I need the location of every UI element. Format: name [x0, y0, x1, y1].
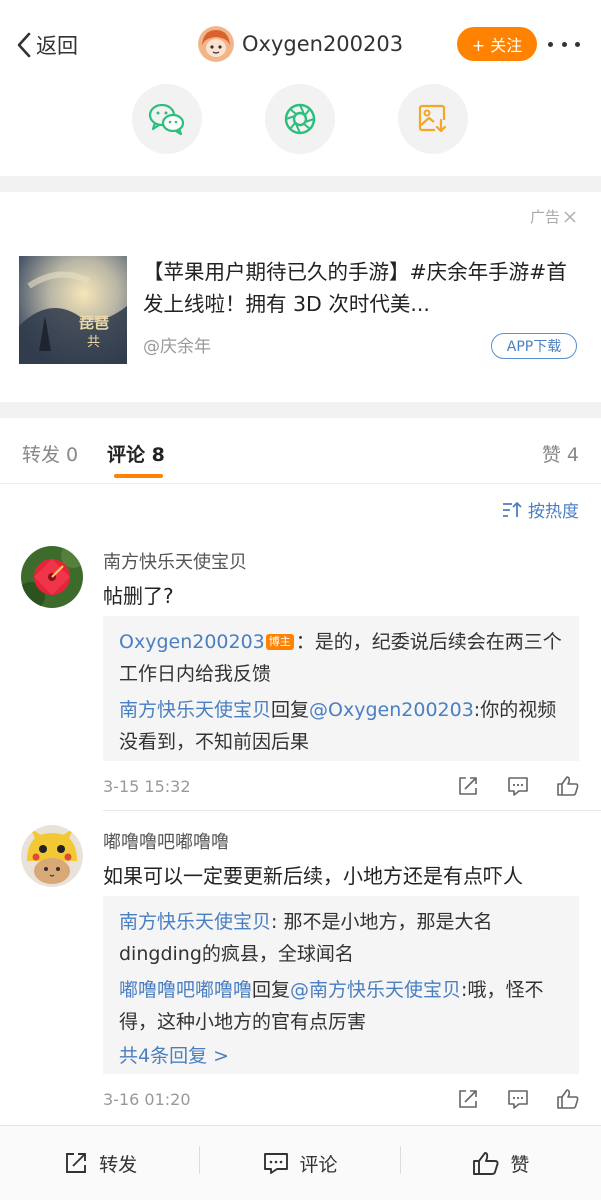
commenter-name[interactable]: 南方快乐天使宝贝	[103, 548, 247, 574]
ad-label: 广告	[529, 208, 560, 226]
tab-repost[interactable]: 转发 0	[22, 440, 78, 467]
moments-share-button[interactable]	[265, 84, 335, 154]
comment-actions	[455, 1086, 581, 1112]
ad-title[interactable]: 【苹果用户期待已久的手游】#庆余年手游#首发上线啦！拥有 3D 次时代美...	[143, 256, 573, 320]
tab-comment[interactable]: 评论 8	[107, 440, 601, 467]
commenter-name[interactable]: 嘟噜噜吧嘟噜噜	[103, 828, 229, 854]
save-image-icon	[418, 104, 447, 133]
comment-icon[interactable]	[505, 773, 531, 799]
bottom-like-label: 赞	[510, 1153, 530, 1176]
reply-box[interactable]: 南方快乐天使宝贝: 那不是小地方，那是大名dingding的疯县，全球闻名 嘟噜…	[103, 896, 579, 1074]
active-tab-indicator	[114, 474, 163, 478]
close-icon[interactable]	[563, 210, 577, 224]
section-gap	[0, 402, 601, 418]
reply-user[interactable]: 嘟噜噜吧嘟噜噜	[119, 979, 252, 1001]
wechat-icon	[148, 103, 185, 136]
tab-like[interactable]: 赞 4	[542, 440, 579, 467]
like-icon	[473, 1152, 499, 1175]
more-options-icon[interactable]	[544, 30, 584, 58]
reply-mention[interactable]: @Oxygen200203	[309, 699, 474, 721]
more-replies-link[interactable]: 共4条回复 >	[119, 1040, 563, 1072]
bottom-repost-label: 转发	[99, 1153, 138, 1176]
svg-text:共: 共	[87, 335, 100, 350]
like-icon[interactable]	[555, 773, 581, 799]
reply-line: Oxygen200203 博主 ：是的，纪委说后续会在两三个工作日内给我反馈	[119, 626, 563, 690]
ad-image[interactable]: 琵琶 共	[19, 256, 127, 364]
comment-text: 帖删了?	[103, 584, 174, 608]
commenter-avatar[interactable]	[21, 825, 83, 887]
top-nav-bar: 返回 Oxygen200203 + 关注	[0, 0, 601, 88]
comment-icon	[264, 1153, 289, 1174]
wechat-share-button[interactable]	[132, 84, 202, 154]
reply-verb: 回复	[252, 979, 291, 1001]
comment-time: 3-15 15:32	[103, 777, 191, 796]
repost-icon[interactable]	[455, 1086, 481, 1112]
tab-bar: 转发 0 评论 8 赞 4	[0, 418, 601, 484]
author-badge: 博主	[265, 634, 294, 650]
follow-button[interactable]: + 关注	[457, 27, 537, 61]
sort-button[interactable]: 按热度	[502, 497, 579, 522]
repost-icon	[66, 1153, 87, 1173]
app-download-button[interactable]: APP下载	[491, 333, 577, 359]
back-button[interactable]: 返回	[16, 28, 78, 62]
bottom-repost-button[interactable]: 转发	[0, 1126, 201, 1200]
reply-mention[interactable]: @南方快乐天使宝贝	[290, 979, 461, 1001]
author-header[interactable]: Oxygen200203	[198, 24, 403, 64]
comment-divider	[103, 810, 601, 811]
like-icon[interactable]	[555, 1086, 581, 1112]
ad-card[interactable]: 广告 琵琶 共 【苹果用户期待已久的手游】#庆余年手游#首发上线啦！拥有 3D …	[0, 192, 601, 402]
reply-user[interactable]: 南方快乐天使宝贝	[119, 699, 271, 721]
comment-text: 如果可以一定要更新后续，小地方还是有点吓人	[103, 864, 523, 888]
reply-verb: 回复	[271, 699, 310, 721]
reply-line: 南方快乐天使宝贝回复@Oxygen200203:你的视频没看到，不知前因后果	[119, 694, 563, 758]
comment-icon[interactable]	[505, 1086, 531, 1112]
ad-source[interactable]: @庆余年	[143, 332, 211, 357]
author-avatar[interactable]	[198, 26, 234, 62]
svg-text:琵琶: 琵琶	[79, 314, 109, 332]
comment-time: 3-16 01:20	[103, 1090, 191, 1109]
reply-user[interactable]: 南方快乐天使宝贝	[119, 911, 271, 933]
reply-line: 南方快乐天使宝贝: 那不是小地方，那是大名dingding的疯县，全球闻名	[119, 906, 563, 970]
reply-user[interactable]: Oxygen200203	[119, 631, 265, 653]
repost-icon[interactable]	[455, 773, 481, 799]
bottom-comment-label: 评论	[299, 1153, 338, 1176]
author-name[interactable]: Oxygen200203	[242, 32, 403, 56]
ad-tag[interactable]: 广告	[530, 206, 577, 227]
bottom-comment-button[interactable]: 评论	[200, 1126, 401, 1200]
section-gap	[0, 176, 601, 192]
moments-icon	[284, 103, 316, 135]
bottom-action-bar: 转发 评论 赞	[0, 1125, 601, 1200]
save-image-button[interactable]	[398, 84, 468, 154]
commenter-avatar[interactable]	[21, 546, 83, 608]
reply-line: 嘟噜噜吧嘟噜噜回复@南方快乐天使宝贝:哦，怪不得，这种小地方的官有点厉害	[119, 974, 563, 1038]
comment-actions	[455, 773, 581, 799]
bottom-like-button[interactable]: 赞	[401, 1126, 601, 1200]
back-label: 返回	[36, 34, 78, 58]
chevron-left-icon	[17, 32, 31, 58]
reply-box[interactable]: Oxygen200203 博主 ：是的，纪委说后续会在两三个工作日内给我反馈 南方快…	[103, 616, 579, 761]
sort-label: 按热度	[528, 502, 579, 522]
sort-icon	[503, 501, 522, 517]
share-row	[0, 80, 601, 176]
